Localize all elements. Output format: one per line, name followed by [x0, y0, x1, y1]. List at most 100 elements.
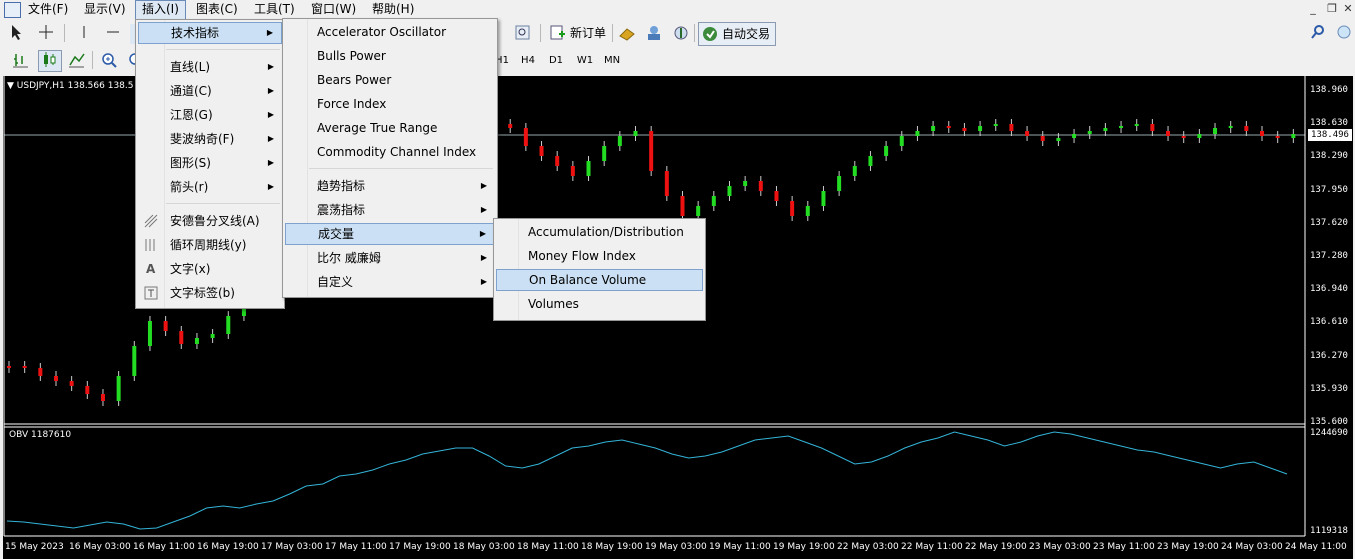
close-icon[interactable]: ✕ [1340, 2, 1355, 16]
candle [993, 124, 998, 126]
search-icon[interactable] [1310, 24, 1326, 44]
menu-item-trend[interactable]: 趋势指标 ▶ [285, 175, 495, 197]
new-order-label: 新订单 [570, 26, 607, 40]
symbol-label: USDJPY,H1 [16, 81, 65, 91]
time-axis-label: 22 May 11:00 [901, 542, 963, 552]
signal-icon[interactable] [672, 24, 690, 44]
timeframe-d1[interactable]: D1 [543, 52, 569, 70]
bar-chart-icon[interactable] [12, 51, 30, 71]
candle [1040, 136, 1045, 141]
candle [38, 368, 43, 376]
time-axis-label: 16 May 03:00 [69, 542, 131, 552]
horizontal-line-icon[interactable] [106, 24, 120, 44]
new-order-button[interactable]: 新订单 [548, 23, 608, 43]
menu-item-bill-williams[interactable]: 比尔 威廉姆 ▶ [285, 247, 495, 269]
menu-item-fibonacci[interactable]: 斐波纳奇(F) ▶ [138, 128, 282, 150]
candle [617, 136, 622, 146]
gold-icon[interactable] [618, 24, 636, 44]
menu-item-oscillators[interactable]: 震荡指标 ▶ [285, 199, 495, 221]
menu-tools[interactable]: 工具(T) [248, 0, 301, 19]
menu-item-andrews-pitchfork[interactable]: 安德鲁分叉线(A) [138, 210, 282, 232]
vertical-line-icon[interactable] [80, 24, 90, 44]
zoom-chart-icon[interactable] [514, 24, 532, 44]
menu-item-accumulation-distribution[interactable]: Accumulation/Distribution [496, 221, 703, 243]
ohlc-values: 138.566 138.5 [67, 81, 134, 91]
candle [1087, 131, 1092, 134]
candle [680, 196, 685, 216]
user-icon[interactable] [645, 24, 663, 44]
menu-item-shapes[interactable]: 图形(S) ▶ [138, 152, 282, 174]
candle [1228, 126, 1233, 128]
candle [1260, 131, 1265, 136]
price-axis-label: 136.940 [1310, 284, 1348, 295]
candle [743, 181, 748, 186]
menu-item-gann[interactable]: 江恩(G) ▶ [138, 104, 282, 126]
app-icon[interactable] [4, 2, 21, 18]
timeframe-mn[interactable]: MN [599, 52, 625, 70]
candle [978, 126, 983, 131]
menu-item-arrows[interactable]: 箭头(r) ▶ [138, 176, 282, 198]
candle [758, 181, 763, 191]
cursor-icon[interactable] [10, 24, 26, 44]
price-axis-label: 137.280 [1310, 251, 1348, 261]
timeframe-h4[interactable]: H4 [515, 52, 541, 70]
candle [116, 376, 121, 401]
line-chart-icon[interactable] [68, 51, 86, 71]
candle [69, 381, 74, 386]
crosshair-icon[interactable] [38, 24, 54, 44]
menu-window[interactable]: 窗口(W) [305, 0, 362, 19]
menu-charts[interactable]: 图表(C) [190, 0, 244, 19]
chat-icon[interactable] [1336, 24, 1352, 44]
candle [602, 146, 607, 161]
timeframe-w1[interactable]: W1 [572, 52, 598, 70]
menu-item-cycle-lines[interactable]: 循环周期线(y) [138, 234, 282, 256]
time-axis-label: 16 May 19:00 [197, 542, 259, 552]
time-axis-label: 18 May 11:00 [517, 542, 579, 552]
obv-axis-top: 1244690 [1310, 428, 1348, 438]
candle [555, 156, 560, 166]
menu-item-on-balance-volume[interactable]: On Balance Volume [496, 269, 703, 291]
menu-help[interactable]: 帮助(H) [366, 0, 420, 19]
menu-item-volumes[interactable]: 成交量 ▶ [285, 223, 495, 245]
menu-item-bulls-power[interactable]: Bulls Power [285, 45, 495, 67]
chart-arrow-icon[interactable]: ▼ [7, 81, 14, 91]
price-axis-label: 138.960 [1310, 85, 1348, 95]
price-axis-label: 136.270 [1310, 350, 1348, 361]
pitchfork-icon [144, 214, 158, 228]
candle [868, 156, 873, 166]
auto-trading-button[interactable]: 自动交易 [698, 22, 776, 46]
menu-item-custom[interactable]: 自定义 ▶ [285, 271, 495, 293]
menu-item-channels[interactable]: 通道(C) ▶ [138, 80, 282, 102]
menu-item-volumes-indicator[interactable]: Volumes [496, 293, 703, 315]
time-axis-label: 17 May 11:00 [325, 542, 387, 552]
menu-item-bears-power[interactable]: Bears Power [285, 69, 495, 91]
candle [774, 191, 779, 201]
candle [586, 161, 591, 176]
menu-item-force-index[interactable]: Force Index [285, 93, 495, 115]
menu-item-text-label[interactable]: 文字标签(b) [138, 282, 282, 304]
menu-item-commodity-channel-index[interactable]: Commodity Channel Index [285, 141, 495, 163]
menu-item-text[interactable]: A 文字(x) [138, 258, 282, 280]
time-axis-label: 18 May 03:00 [453, 542, 515, 552]
text-icon: A [146, 262, 156, 276]
menu-item-accelerator-oscillator[interactable]: Accelerator Oscillator [285, 21, 495, 43]
current-price-label: 138.496 [1308, 129, 1352, 141]
minimize-icon[interactable]: _ [1305, 2, 1321, 16]
restore-icon[interactable]: ❐ [1324, 2, 1340, 16]
candlestick-icon[interactable] [38, 50, 62, 72]
price-axis-label: 136.610 [1310, 317, 1348, 328]
menu-insert[interactable]: 插入(I) [135, 0, 186, 21]
time-axis-label: 19 May 11:00 [709, 542, 771, 552]
menu-view[interactable]: 显示(V) [78, 0, 132, 19]
candle [1134, 124, 1139, 126]
candle [1072, 134, 1077, 138]
menu-item-indicators[interactable]: 技术指标 ▶ [138, 22, 282, 44]
zoom-out-icon[interactable] [127, 51, 141, 71]
menu-item-average-true-range[interactable]: Average True Range [285, 117, 495, 139]
menu-file[interactable]: 文件(F) [22, 0, 74, 19]
menu-item-lines[interactable]: 直线(L) ▶ [138, 56, 282, 78]
menu-item-money-flow-index[interactable]: Money Flow Index [496, 245, 703, 267]
menu-bar: 文件(F) 显示(V) 插入(I) 图表(C) 工具(T) 窗口(W) 帮助(H… [0, 0, 1355, 21]
obv-line [6, 431, 1288, 530]
zoom-in-icon[interactable] [100, 51, 118, 71]
